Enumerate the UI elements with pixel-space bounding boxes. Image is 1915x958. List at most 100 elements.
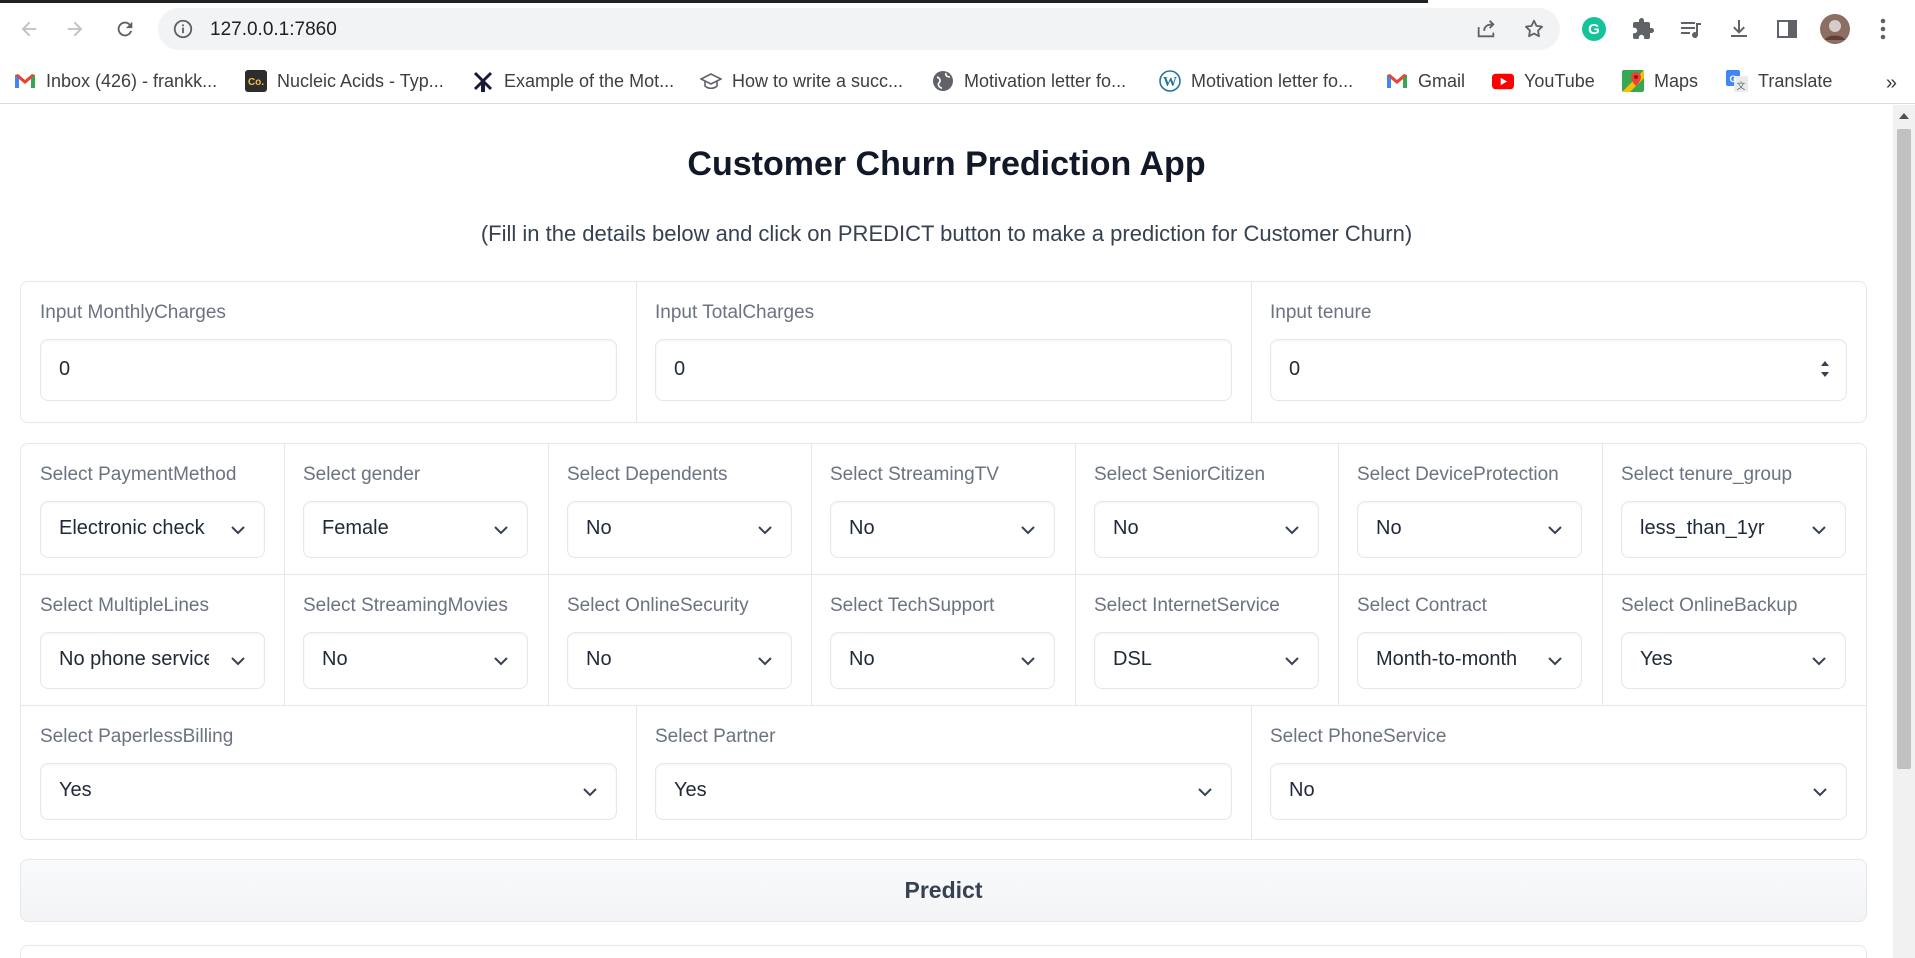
chevron-down-icon	[494, 526, 508, 535]
scroll-up-icon[interactable]	[1899, 113, 1909, 119]
online-security-dropdown[interactable]: No	[567, 632, 792, 689]
selected-value: less_than_1yr	[1640, 517, 1765, 539]
media-control-icon[interactable]	[1675, 13, 1707, 45]
chrome-menu-icon[interactable]	[1867, 13, 1899, 45]
chevron-down-icon	[231, 657, 245, 666]
gmail-icon	[14, 70, 36, 92]
field-label: Select InternetService	[1094, 595, 1280, 616]
tenure-input[interactable]: 0	[1270, 339, 1847, 401]
field-label: Select OnlineBackup	[1621, 595, 1798, 616]
share-icon[interactable]	[1474, 18, 1498, 45]
paperless-billing-block: Select PaperlessBilling Yes	[21, 706, 636, 839]
field-label: Input TotalCharges	[655, 302, 815, 323]
chevron-down-icon	[1285, 526, 1299, 535]
bookmark-item[interactable]: Example of the Mot...	[472, 66, 674, 96]
maps-icon	[1622, 70, 1644, 92]
svg-text:文: 文	[1736, 80, 1745, 91]
svg-text:G: G	[1588, 21, 1600, 38]
paperless-billing-dropdown[interactable]: Yes	[40, 763, 617, 820]
selected-value: No	[1376, 517, 1402, 539]
site-info-icon[interactable]	[172, 18, 194, 45]
bookmark-item[interactable]: Inbox (426) - frankk...	[14, 66, 217, 96]
chevron-down-icon	[758, 657, 772, 666]
gender-dropdown[interactable]: Female	[303, 501, 528, 558]
forward-button[interactable]	[58, 12, 92, 46]
selected-value: No	[1113, 517, 1139, 539]
tech-support-dropdown[interactable]: No	[830, 632, 1055, 689]
chevron-down-icon	[583, 788, 597, 797]
selected-value: DSL	[1113, 648, 1152, 670]
youtube-icon	[1492, 70, 1514, 92]
predict-button[interactable]: Predict	[20, 859, 1867, 922]
tech-support-block: Select TechSupport No	[811, 575, 1075, 705]
field-label: Input tenure	[1270, 302, 1372, 323]
numeric-inputs-panel: Input MonthlyCharges 0 Input TotalCharge…	[20, 281, 1867, 423]
streaming-movies-block: Select StreamingMovies No	[284, 575, 548, 705]
field-label: Select gender	[303, 464, 421, 485]
grammarly-icon[interactable]: G	[1578, 13, 1610, 45]
multiple-lines-dropdown[interactable]: No phone service	[40, 632, 265, 689]
online-backup-dropdown[interactable]: Yes	[1621, 632, 1846, 689]
field-label: Select PaperlessBilling	[40, 726, 234, 747]
selected-value: No phone service	[59, 648, 209, 670]
field-label: Select StreamingTV	[830, 464, 999, 485]
selected-value: Yes	[674, 779, 707, 801]
back-button[interactable]	[12, 12, 46, 46]
chevron-down-icon	[1198, 788, 1212, 797]
chevron-down-icon	[1285, 657, 1299, 666]
bookmark-item[interactable]: G文 Translate	[1726, 66, 1832, 96]
selected-value: Female	[322, 517, 389, 539]
dependents-dropdown[interactable]: No	[567, 501, 792, 558]
gmail-icon	[1386, 70, 1408, 92]
bookmark-item[interactable]: Gmail	[1386, 66, 1465, 96]
selected-value: No	[322, 648, 348, 670]
field-label: Select PaymentMethod	[40, 464, 237, 485]
payment-method-dropdown[interactable]: Electronic check	[40, 501, 265, 558]
reload-button[interactable]	[108, 12, 142, 46]
chevron-down-icon	[1548, 526, 1562, 535]
bookmark-star-icon[interactable]	[1522, 18, 1546, 45]
phone-service-dropdown[interactable]: No	[1270, 763, 1847, 820]
chevron-down-icon	[494, 657, 508, 666]
more-bookmarks-button[interactable]: »	[1886, 72, 1897, 95]
senior-citizen-dropdown[interactable]: No	[1094, 501, 1319, 558]
total-charges-input[interactable]: 0	[655, 339, 1232, 401]
field-label: Select Partner	[655, 726, 776, 747]
tab-strip-edge	[0, 0, 1428, 3]
tenure-group-dropdown[interactable]: less_than_1yr	[1621, 501, 1846, 558]
gender-block: Select gender Female	[284, 444, 548, 574]
contract-dropdown[interactable]: Month-to-month	[1357, 632, 1582, 689]
extensions-icon[interactable]	[1627, 13, 1659, 45]
profile-avatar[interactable]	[1819, 13, 1851, 45]
svg-text:G: G	[1729, 74, 1736, 84]
bookmark-item[interactable]: W Motivation letter fo...	[1159, 66, 1353, 96]
selected-value: Yes	[1640, 648, 1673, 670]
downloads-icon[interactable]	[1723, 13, 1755, 45]
device-protection-dropdown[interactable]: No	[1357, 501, 1582, 558]
bookmark-item[interactable]: Maps	[1622, 66, 1698, 96]
forward-arrow-icon	[67, 21, 83, 37]
bookmark-item[interactable]: Co. Nucleic Acids - Typ...	[245, 66, 444, 96]
bookmark-item[interactable]: YouTube	[1492, 66, 1595, 96]
scrollbar-thumb[interactable]	[1897, 129, 1911, 769]
partner-dropdown[interactable]: Yes	[655, 763, 1232, 820]
monthly-charges-input[interactable]: 0	[40, 339, 617, 401]
url-text[interactable]: 127.0.0.1:7860	[210, 19, 337, 41]
chevron-down-icon	[1548, 657, 1562, 666]
bookmark-item[interactable]: How to write a succ...	[700, 66, 903, 96]
page-scrollbar[interactable]	[1893, 105, 1915, 958]
field-label: Select Dependents	[567, 464, 728, 485]
internet-service-dropdown[interactable]: DSL	[1094, 632, 1319, 689]
number-spinner-icon[interactable]	[1818, 356, 1832, 382]
side-panel-icon[interactable]	[1771, 13, 1803, 45]
dependents-block: Select Dependents No	[548, 444, 811, 574]
selected-value: No	[849, 648, 875, 670]
field-label: Select MultipleLines	[40, 595, 209, 616]
chevron-down-icon	[758, 526, 772, 535]
back-arrow-icon	[21, 21, 37, 37]
address-bar[interactable]: 127.0.0.1:7860	[158, 8, 1560, 50]
streaming-tv-dropdown[interactable]: No	[830, 501, 1055, 558]
selected-value: No	[586, 517, 612, 539]
streaming-movies-dropdown[interactable]: No	[303, 632, 528, 689]
bookmark-item[interactable]: Motivation letter fo...	[932, 66, 1126, 96]
